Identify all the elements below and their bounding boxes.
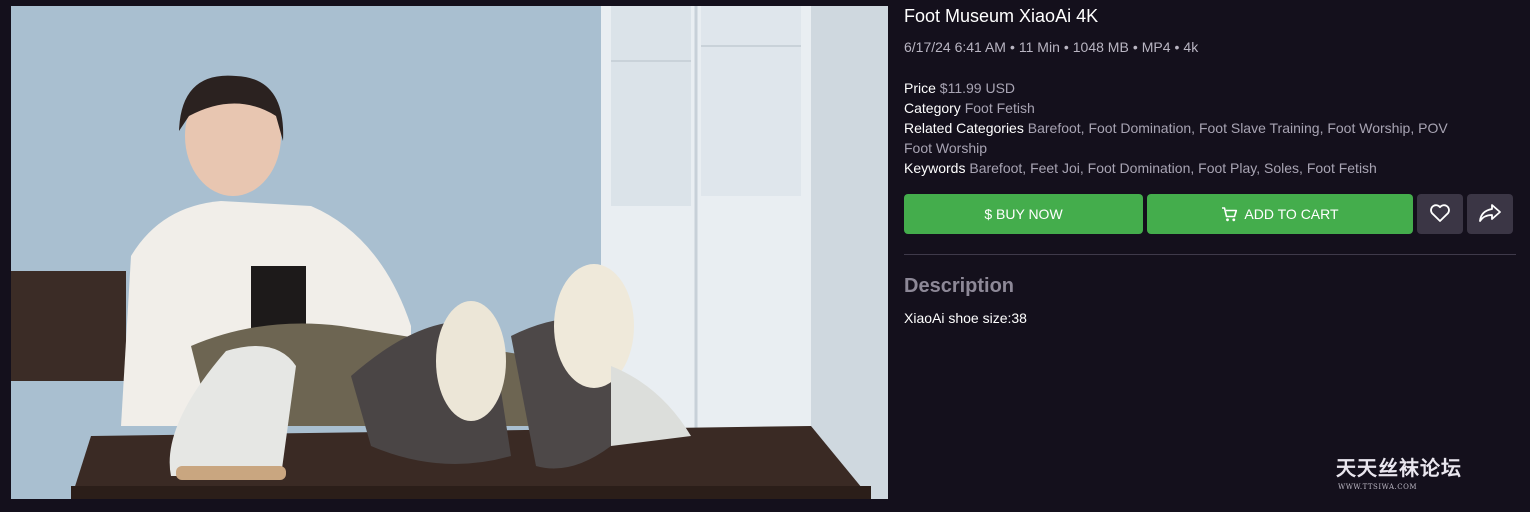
- video-preview-image[interactable]: [11, 6, 888, 499]
- add-to-cart-button[interactable]: ADD TO CART: [1147, 194, 1413, 234]
- product-title: Foot Museum XiaoAi 4K: [904, 6, 1099, 26]
- meta-size: 1048 MB: [1072, 39, 1129, 55]
- meta-separator: •: [1132, 39, 1138, 55]
- buy-now-button[interactable]: $ BUY NOW: [904, 194, 1143, 234]
- preview-illustration: [11, 6, 888, 499]
- meta-format: MP4: [1141, 39, 1171, 55]
- category-label: Category: [904, 100, 961, 116]
- keywords-row: Keywords Barefoot, Feet Joi, Foot Domina…: [904, 158, 1516, 178]
- related-categories-label: Related Categories: [904, 120, 1024, 136]
- product-details: Price $11.99 USD Category Foot Fetish Re…: [904, 78, 1516, 178]
- meta-separator: •: [1174, 39, 1180, 55]
- price-label: Price: [904, 80, 936, 96]
- favorite-button[interactable]: [1417, 194, 1463, 234]
- product-page: Foot Museum XiaoAi 4K 6/17/24 6:41 AM • 11…: [0, 0, 1530, 512]
- description-text: XiaoAi shoe size:38: [904, 310, 1027, 326]
- product-meta: 6/17/24 6:41 AM • 11 Min • 1048 MB • MP4 • 4k: [904, 39, 1198, 55]
- price-value: $11.99 USD: [939, 80, 1016, 96]
- meta-separator: •: [1009, 39, 1015, 55]
- category-row: Category Foot Fetish: [904, 98, 1516, 118]
- watermark-url-text: WWW.TTSIWA.COM: [1338, 483, 1418, 491]
- meta-duration: 11 Min: [1018, 39, 1060, 55]
- watermark-chinese-text: 天天丝袜论坛: [1336, 456, 1462, 480]
- price-row: Price $11.99 USD: [904, 78, 1516, 98]
- keywords-value[interactable]: Barefoot, Feet Joi, Foot Domination, Foo…: [969, 160, 1376, 176]
- share-button[interactable]: [1467, 194, 1513, 234]
- meta-resolution: 4k: [1183, 39, 1199, 55]
- meta-separator: •: [1063, 39, 1069, 55]
- buy-now-label: $ BUY NOW: [984, 206, 1063, 222]
- category-value[interactable]: Foot Fetish: [965, 100, 1035, 116]
- section-divider: [904, 254, 1516, 255]
- cart-icon: [1221, 206, 1238, 222]
- related-categories-row: Related Categories Barefoot, Foot Domina…: [904, 118, 1464, 158]
- meta-date: 6/17/24 6:41 AM: [904, 39, 1006, 55]
- add-to-cart-label: ADD TO CART: [1244, 206, 1339, 222]
- keywords-label: Keywords: [904, 160, 966, 176]
- description-heading: Description: [904, 275, 1015, 297]
- site-watermark: 天天丝袜论坛 WWW.TTSIWA.COM: [1336, 452, 1496, 491]
- share-icon: [1478, 203, 1502, 226]
- heart-icon: [1429, 203, 1451, 226]
